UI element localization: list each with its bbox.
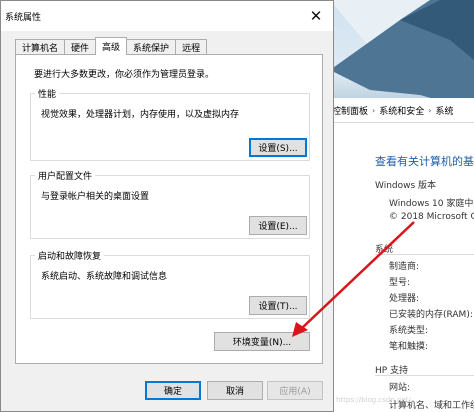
group-title: 启动和故障恢复	[35, 249, 105, 262]
startup-settings-button[interactable]: 设置(T)...	[249, 296, 307, 315]
divider	[375, 375, 474, 376]
chevron-right-icon: ›	[372, 105, 376, 115]
group-description: 与登录帐户相关的桌面设置	[41, 192, 150, 202]
watermark-text: https://blog.csdn.net/...	[336, 396, 418, 404]
group-description: 视觉效果，处理器计划，内存使用，以及虚拟内存	[41, 110, 240, 120]
group-title: 性能	[35, 87, 60, 100]
edition-line: Windows 10 家庭中文版	[389, 199, 474, 209]
environment-variables-button[interactable]: 环境变量(N)...	[214, 332, 310, 351]
system-row: 型号:	[389, 278, 411, 288]
ok-button[interactable]: 确定	[145, 381, 201, 400]
startup-recovery-group: 启动和故障恢复 系统启动、系统故障和调试信息 设置(T)...	[30, 249, 310, 319]
admin-note: 要进行大多数更改，你必须作为管理员登录。	[34, 70, 215, 80]
system-properties-dialog: 系统属性 ✕ 计算机名 硬件 高级 系统保护 远程 要进行大多数更改，你必须作为…	[0, 0, 334, 412]
dialog-title: 系统属性	[5, 12, 42, 23]
title-bar[interactable]: 系统属性 ✕	[1, 1, 333, 31]
close-icon[interactable]: ✕	[299, 1, 333, 31]
group-title: 用户配置文件	[35, 169, 96, 182]
tab-advanced[interactable]: 高级	[95, 37, 128, 55]
system-row: 制造商:	[389, 262, 420, 272]
system-row: 处理器:	[389, 294, 420, 304]
performance-group: 性能 视觉效果，处理器计划，内存使用，以及虚拟内存 设置(S)...	[30, 87, 310, 161]
breadcrumb-control-panel[interactable]: 控制面板	[332, 104, 368, 117]
breadcrumb-system-security[interactable]: 系统和安全	[379, 104, 424, 117]
system-row: 系统类型:	[389, 326, 429, 336]
page-title: 查看有关计算机的基本	[375, 155, 474, 168]
control-panel-window: 控制面板 › 系统和安全 › 系统 查看有关计算机的基本 Windows 版本 …	[318, 98, 474, 412]
edition-section-title: Windows 版本	[375, 181, 437, 191]
tab-hardware[interactable]: 硬件	[64, 39, 97, 54]
system-row: 已安装的内存(RAM):	[389, 310, 473, 320]
support-row: 网站:	[389, 383, 411, 393]
tab-strip: 计算机名 硬件 高级 系统保护 远程	[15, 37, 208, 55]
apply-button[interactable]: 应用(A)	[267, 381, 323, 400]
breadcrumb-system[interactable]: 系统	[435, 104, 453, 117]
profiles-settings-button[interactable]: 设置(E)...	[249, 216, 307, 235]
tab-remote[interactable]: 远程	[175, 39, 208, 54]
cancel-button[interactable]: 取消	[207, 381, 263, 400]
tab-system-protection[interactable]: 系统保护	[126, 39, 177, 54]
group-description: 系统启动、系统故障和调试信息	[41, 272, 168, 282]
tab-computer-name[interactable]: 计算机名	[15, 39, 66, 54]
chevron-right-icon: ›	[428, 105, 432, 115]
breadcrumb: 控制面板 › 系统和安全 › 系统	[318, 98, 474, 123]
system-row: 笔和触摸:	[389, 342, 429, 352]
user-profiles-group: 用户配置文件 与登录帐户相关的桌面设置 设置(E)...	[30, 169, 310, 239]
advanced-tab-panel: 要进行大多数更改，你必须作为管理员登录。 性能 视觉效果，处理器计划，内存使用，…	[15, 54, 323, 364]
divider	[375, 254, 474, 255]
performance-settings-button[interactable]: 设置(S)...	[249, 138, 307, 157]
copyright-line: © 2018 Microsoft Co	[389, 212, 474, 222]
